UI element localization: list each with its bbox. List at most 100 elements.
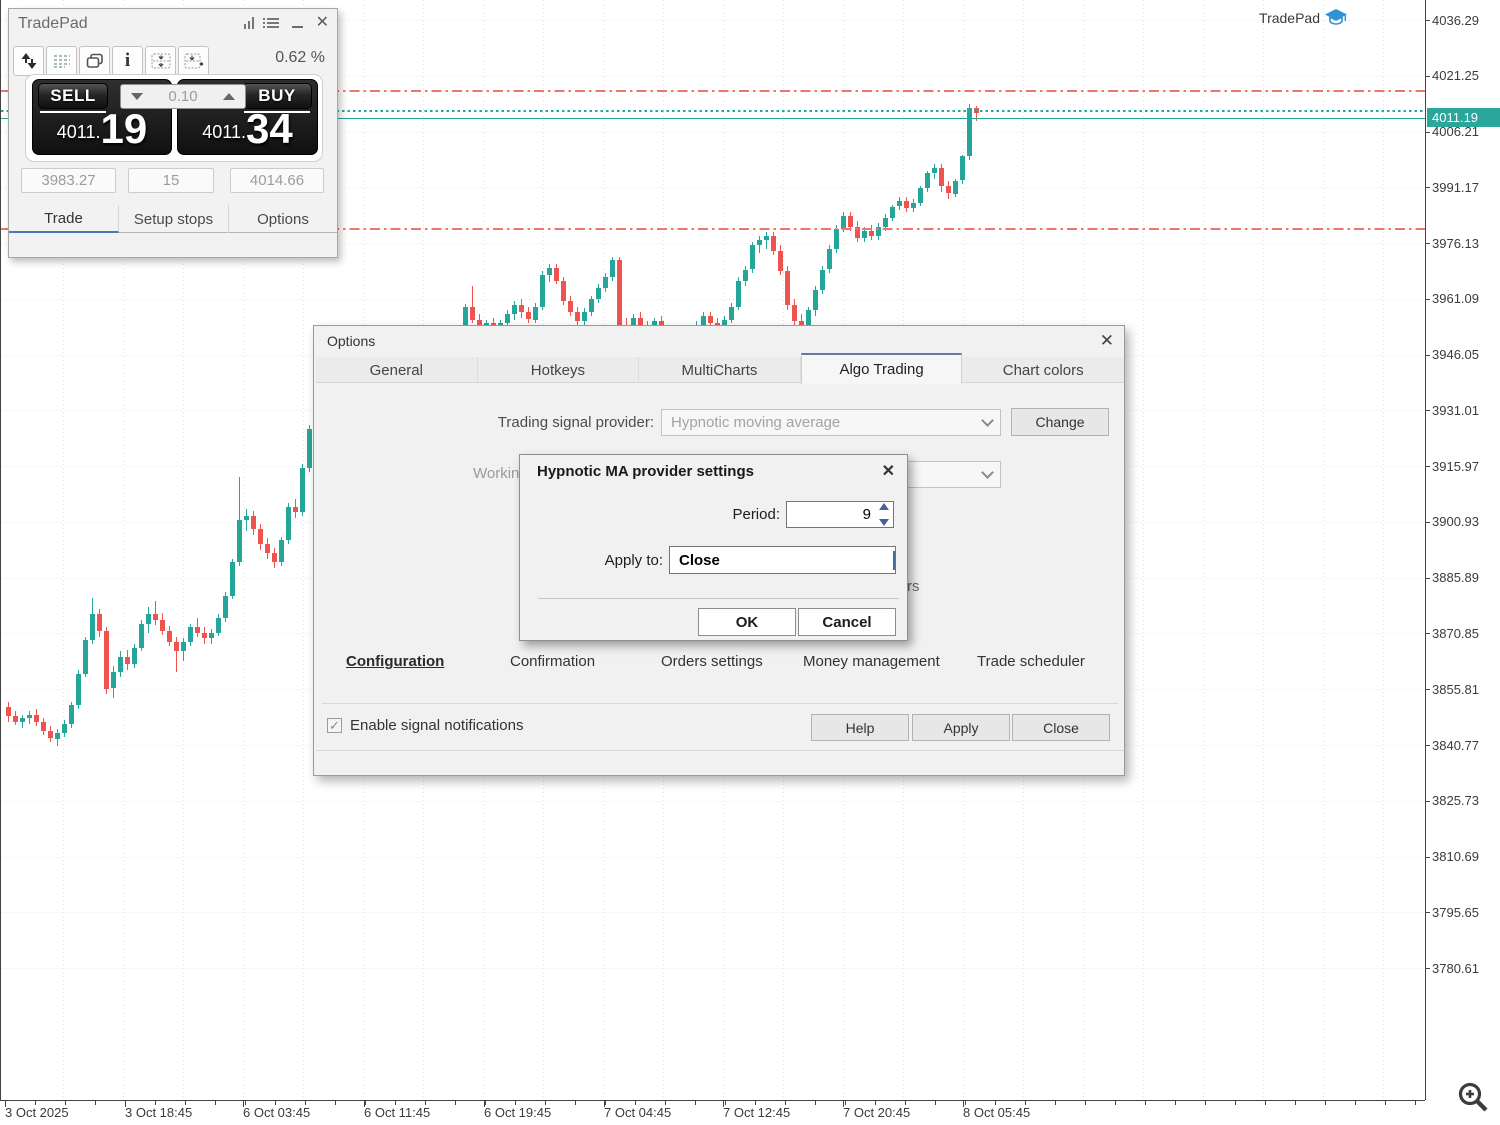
ma-dialog-title: Hypnotic MA provider settings [537,463,754,480]
price-tick-label: 3961.09 [1432,291,1479,307]
candle-body [932,167,937,174]
ok-button[interactable]: OK [698,608,796,636]
link-orders-settings[interactable]: Orders settings [661,653,763,670]
price-tick-label: 3840.77 [1432,737,1479,753]
time-tick [515,1101,516,1105]
chart-bars-icon[interactable] [243,17,254,29]
close-icon[interactable]: ✕ [316,15,329,31]
volume-stepper[interactable]: 0.10 [120,84,246,109]
tab-general[interactable]: General [316,357,478,383]
time-tick-label: 6 Oct 03:45 [243,1105,311,1120]
cancel-button[interactable]: Cancel [798,608,896,636]
candle-body [6,707,11,717]
tab-setup-stops[interactable]: Setup stops [119,205,229,233]
candle-body [603,276,608,288]
change-button[interactable]: Change [1011,408,1109,436]
candle-wick [766,232,767,250]
candle-body [195,627,200,633]
help-button[interactable]: Help [811,714,909,741]
options-close-icon[interactable]: ✕ [1100,331,1114,351]
gridline-horizontal [1,968,1425,969]
close-button[interactable]: Close [1012,714,1110,741]
candle-body [55,733,60,739]
orders-list-icon[interactable] [46,46,77,76]
ask-prefix: 4011. [202,122,246,142]
sort-arrows-icon[interactable] [13,46,44,76]
time-tick [395,1101,396,1105]
ma-dialog-close-icon[interactable]: ✕ [882,461,895,481]
candle-body [904,200,909,209]
candle-body [883,217,888,227]
bid-digits: 19 [100,105,148,152]
time-tick [845,1101,846,1105]
gridline-vertical [1203,0,1204,1100]
candle-wick [246,508,247,531]
menu-list-icon[interactable] [262,18,279,28]
gridline-vertical [1323,0,1324,1100]
stat-high-field[interactable]: 4014.66 [230,168,324,193]
volume-decrease-icon[interactable] [131,93,143,100]
link-money-management[interactable]: Money management [803,653,940,670]
candle-body [237,519,242,563]
tab-multicharts[interactable]: MultiCharts [639,357,801,383]
enable-notifications-label: Enable signal notifications [350,717,524,734]
chevron-down-icon [980,414,994,427]
link-trade-scheduler[interactable]: Trade scheduler [977,653,1085,670]
zoom-in-icon[interactable] [1456,1080,1492,1116]
candle-body [967,108,972,157]
candle-body [813,289,818,311]
candle-body [736,280,741,307]
tab-chart-colors[interactable]: Chart colors [962,357,1124,383]
spinner-down-icon[interactable] [879,519,889,526]
candle-body [953,180,958,194]
apply-to-value: Close [679,551,720,569]
period-spinner[interactable] [877,503,891,526]
link-confirmation[interactable]: Confirmation [510,653,595,670]
candle-body [575,312,580,322]
apply-button[interactable]: Apply [912,714,1010,741]
append-row-icon[interactable] [178,46,209,76]
gridline-horizontal [1,298,1425,300]
gridline-vertical [1143,0,1144,1100]
insert-row-icon[interactable] [145,46,176,76]
time-tick [1175,1101,1176,1105]
spinner-up-icon[interactable] [879,503,889,510]
price-axis[interactable]: 4036.29 4021.25 4006.21 3991.17 3976.13 3961.… [1425,0,1500,1100]
stat-low-field[interactable]: 3983.27 [21,168,116,193]
enable-notifications-checkbox[interactable]: ✓ [327,718,342,733]
candle-body [554,267,559,281]
price-tick-label: 3810.69 [1432,849,1479,864]
stat-spread-field[interactable]: 15 [128,168,214,193]
candle-body [757,239,762,246]
time-tick [1145,1101,1146,1105]
tab-algo-trading[interactable]: Algo Trading [800,353,963,384]
ask-price[interactable]: 4011. 34 [178,108,317,150]
time-tick [335,1101,336,1105]
apply-to-combo[interactable]: Close [669,546,896,574]
time-tick [1115,1101,1116,1105]
candle-body [526,312,531,320]
candle-body [540,275,545,307]
candle-body [62,723,67,733]
options-dialog-title: Options [327,333,376,349]
volume-increase-icon[interactable] [222,93,235,100]
sell-button[interactable]: SELL [38,83,108,109]
time-tick-label: 6 Oct 11:45 [364,1105,431,1120]
price-tick [1426,187,1430,189]
time-axis[interactable]: 3 Oct 2025 3 Oct 18:45 6 Oct 03:45 6 Oct 11… [0,1100,1425,1125]
time-tick [155,1101,156,1105]
link-configuration[interactable]: Configuration [346,653,444,670]
duplicate-windows-icon[interactable] [79,46,110,76]
candle-body [293,506,298,513]
tab-options[interactable]: Options [229,205,337,233]
tab-hotkeys[interactable]: Hotkeys [478,357,640,383]
candle-body [174,642,179,652]
info-icon[interactable]: i [112,46,143,76]
time-tick-label: 7 Oct 04:45 [604,1105,672,1120]
time-tick-label: 7 Oct 12:45 [723,1105,791,1120]
price-tick-label: 3855.81 [1432,681,1479,697]
provider-combo[interactable]: Hypnotic moving average [661,409,1001,436]
minimize-icon[interactable] [291,26,303,28]
bid-price[interactable]: 4011. 19 [33,105,171,152]
tab-trade[interactable]: Trade [9,205,119,233]
